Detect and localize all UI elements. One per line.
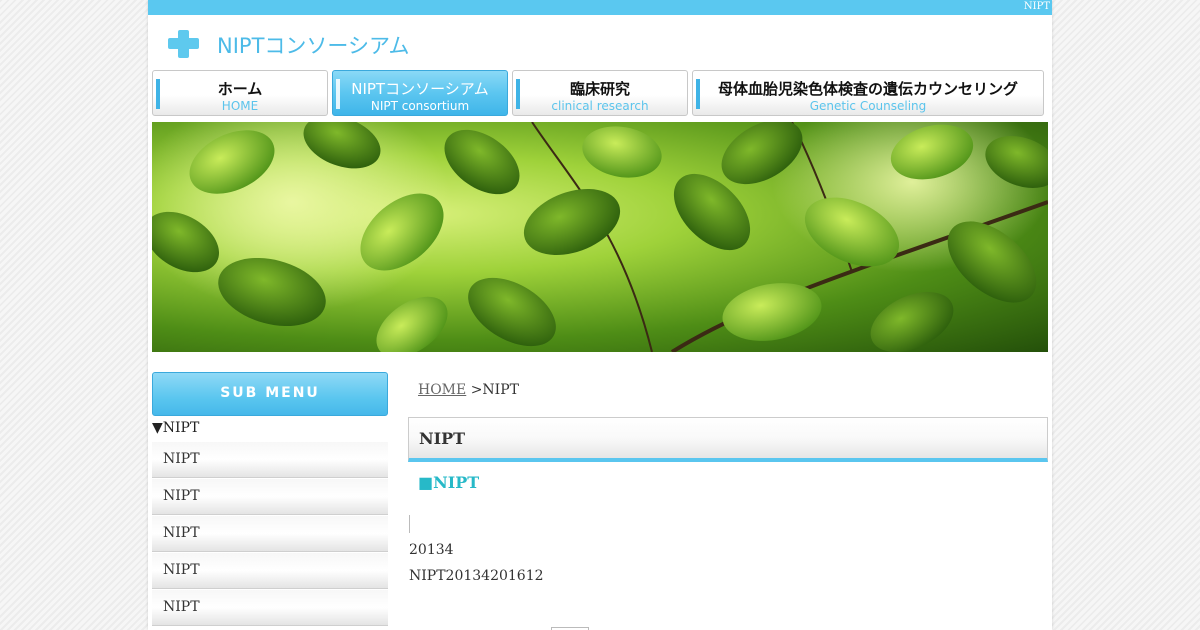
nav-label-jp: 母体血胎児染色体検査の遺伝カウンセリング <box>717 80 1018 98</box>
nav-label-en: NIPT consortium <box>370 99 470 113</box>
nav-label-jp: ホーム <box>217 80 263 98</box>
nav-item-consortium[interactable]: NIPTコンソーシアム NIPT consortium <box>332 70 508 116</box>
nav-item-home[interactable]: ホーム HOME <box>152 70 328 116</box>
submenu-header: SUB MENU <box>152 372 388 416</box>
submenu-list: NIPT NIPT NIPT NIPT NIPT <box>152 442 388 627</box>
section-header: NIPT <box>408 417 1048 462</box>
nav-label-jp: NIPTコンソーシアム <box>351 80 489 98</box>
submenu-item[interactable]: NIPT <box>152 590 388 626</box>
submenu-header-label: SUB MENU <box>220 385 320 401</box>
nav-item-clinical-research[interactable]: 臨床研究 clinical research <box>512 70 688 116</box>
top-bar: NIPT <box>148 0 1052 15</box>
submenu-item-label: NIPT <box>163 451 200 467</box>
hero-banner-image <box>152 122 1048 352</box>
breadcrumb-current: >NIPT <box>470 382 519 398</box>
logo-text: NIPTコンソーシアム <box>217 34 410 58</box>
submenu-item[interactable]: NIPT <box>152 479 388 515</box>
breadcrumb-home-link[interactable]: HOME <box>418 382 466 398</box>
submenu-item-label: NIPT <box>163 488 200 504</box>
body-text-line: NIPT20134201612 <box>409 568 544 584</box>
page-container: NIPT NIPTコンソーシアム ホーム HOME NIPTコンソーシアム NI… <box>148 0 1052 630</box>
leaves-illustration <box>152 122 1048 352</box>
breadcrumb: HOME >NIPT <box>418 382 519 398</box>
nav-item-genetic-counseling[interactable]: 母体血胎児染色体検査の遺伝カウンセリング Genetic Counseling <box>692 70 1044 116</box>
medical-cross-icon <box>168 30 199 58</box>
submenu-item[interactable]: NIPT <box>152 516 388 552</box>
submenu-item-label: NIPT <box>163 525 200 541</box>
submenu-item-label: NIPT <box>163 562 200 578</box>
submenu-item-label: NIPT <box>163 599 200 615</box>
body-text-line: 20134 <box>409 542 454 558</box>
section-subheading: ■NIPT <box>418 473 480 492</box>
submenu-item[interactable]: NIPT <box>152 553 388 589</box>
section-title: NIPT <box>419 429 466 448</box>
submenu-category-title: ▼NIPT <box>152 420 200 436</box>
nav-label-en: clinical research <box>551 99 649 113</box>
main-nav: ホーム HOME NIPTコンソーシアム NIPT consortium 臨床研… <box>152 70 1048 118</box>
nav-label-en: Genetic Counseling <box>809 99 927 113</box>
nav-label-jp: 臨床研究 <box>569 80 630 98</box>
top-bar-text: NIPT <box>1023 1 1050 12</box>
nav-label-en: HOME <box>221 99 259 113</box>
submenu-item[interactable]: NIPT <box>152 442 388 478</box>
text-divider <box>409 515 410 533</box>
